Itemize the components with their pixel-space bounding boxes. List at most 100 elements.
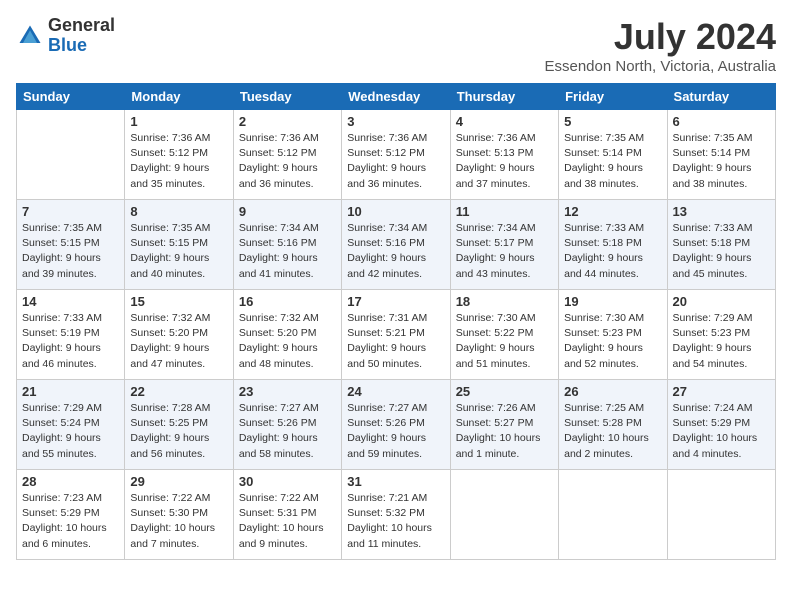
day-info: Sunrise: 7:35 AMSunset: 5:15 PMDaylight:…	[22, 221, 119, 282]
day-info: Sunrise: 7:31 AMSunset: 5:21 PMDaylight:…	[347, 311, 444, 372]
day-number: 10	[347, 204, 444, 219]
day-number: 9	[239, 204, 336, 219]
day-info: Sunrise: 7:26 AMSunset: 5:27 PMDaylight:…	[456, 401, 553, 462]
day-cell: 20 Sunrise: 7:29 AMSunset: 5:23 PMDayligh…	[667, 290, 775, 380]
day-cell: 24 Sunrise: 7:27 AMSunset: 5:26 PMDayligh…	[342, 380, 450, 470]
day-cell: 27 Sunrise: 7:24 AMSunset: 5:29 PMDayligh…	[667, 380, 775, 470]
day-info: Sunrise: 7:34 AMSunset: 5:16 PMDaylight:…	[239, 221, 336, 282]
day-number: 11	[456, 204, 553, 219]
day-number: 18	[456, 294, 553, 309]
day-number: 17	[347, 294, 444, 309]
day-info: Sunrise: 7:33 AMSunset: 5:18 PMDaylight:…	[564, 221, 661, 282]
day-number: 3	[347, 114, 444, 129]
day-info: Sunrise: 7:35 AMSunset: 5:15 PMDaylight:…	[130, 221, 227, 282]
day-cell: 31 Sunrise: 7:21 AMSunset: 5:32 PMDayligh…	[342, 470, 450, 560]
day-number: 2	[239, 114, 336, 129]
day-info: Sunrise: 7:36 AMSunset: 5:12 PMDaylight:…	[239, 131, 336, 192]
day-cell: 2 Sunrise: 7:36 AMSunset: 5:12 PMDaylight…	[233, 110, 341, 200]
month-title: July 2024	[544, 16, 776, 58]
day-cell: 3Sunrise: 7:36 AMSunset: 5:12 PMDaylight…	[342, 110, 450, 200]
day-cell: 8 Sunrise: 7:35 AMSunset: 5:15 PMDaylight…	[125, 200, 233, 290]
day-cell: 14Sunrise: 7:33 AMSunset: 5:19 PMDayligh…	[17, 290, 125, 380]
day-cell: 7 Sunrise: 7:35 AMSunset: 5:15 PMDaylight…	[17, 200, 125, 290]
day-info: Sunrise: 7:34 AMSunset: 5:17 PMDaylight:…	[456, 221, 553, 282]
logo-icon	[16, 22, 44, 50]
day-number: 24	[347, 384, 444, 399]
day-cell: 13Sunrise: 7:33 AMSunset: 5:18 PMDayligh…	[667, 200, 775, 290]
logo-blue-text: Blue	[48, 36, 115, 56]
day-cell: 18 Sunrise: 7:30 AMSunset: 5:22 PMDayligh…	[450, 290, 558, 380]
day-info: Sunrise: 7:35 AMSunset: 5:14 PMDaylight:…	[673, 131, 770, 192]
day-cell: 9 Sunrise: 7:34 AMSunset: 5:16 PMDaylight…	[233, 200, 341, 290]
day-cell	[559, 470, 667, 560]
day-cell: 30Sunrise: 7:22 AMSunset: 5:31 PMDayligh…	[233, 470, 341, 560]
day-number: 4	[456, 114, 553, 129]
day-cell: 23 Sunrise: 7:27 AMSunset: 5:26 PMDayligh…	[233, 380, 341, 470]
day-info: Sunrise: 7:25 AMSunset: 5:28 PMDaylight:…	[564, 401, 661, 462]
day-number: 1	[130, 114, 227, 129]
day-info: Sunrise: 7:24 AMSunset: 5:29 PMDaylight:…	[673, 401, 770, 462]
day-number: 12	[564, 204, 661, 219]
day-cell: 21Sunrise: 7:29 AMSunset: 5:24 PMDayligh…	[17, 380, 125, 470]
day-info: Sunrise: 7:27 AMSunset: 5:26 PMDaylight:…	[347, 401, 444, 462]
day-info: Sunrise: 7:22 AMSunset: 5:30 PMDaylight:…	[130, 491, 227, 552]
day-info: Sunrise: 7:32 AMSunset: 5:20 PMDaylight:…	[130, 311, 227, 372]
day-number: 5	[564, 114, 661, 129]
day-number: 16	[239, 294, 336, 309]
day-cell: 22 Sunrise: 7:28 AMSunset: 5:25 PMDayligh…	[125, 380, 233, 470]
week-row-2: 7 Sunrise: 7:35 AMSunset: 5:15 PMDaylight…	[17, 200, 776, 290]
day-info: Sunrise: 7:30 AMSunset: 5:22 PMDaylight:…	[456, 311, 553, 372]
day-cell: 29Sunrise: 7:22 AMSunset: 5:30 PMDayligh…	[125, 470, 233, 560]
day-cell: 6 Sunrise: 7:35 AMSunset: 5:14 PMDaylight…	[667, 110, 775, 200]
title-block: July 2024 Essendon North, Victoria, Aust…	[544, 16, 776, 75]
day-number: 6	[673, 114, 770, 129]
weekday-header-friday: Friday	[559, 84, 667, 110]
logo-text: General Blue	[48, 16, 115, 56]
week-row-3: 14Sunrise: 7:33 AMSunset: 5:19 PMDayligh…	[17, 290, 776, 380]
day-number: 25	[456, 384, 553, 399]
day-info: Sunrise: 7:28 AMSunset: 5:25 PMDaylight:…	[130, 401, 227, 462]
day-info: Sunrise: 7:29 AMSunset: 5:23 PMDaylight:…	[673, 311, 770, 372]
day-info: Sunrise: 7:36 AMSunset: 5:12 PMDaylight:…	[130, 131, 227, 192]
day-number: 23	[239, 384, 336, 399]
day-info: Sunrise: 7:22 AMSunset: 5:31 PMDaylight:…	[239, 491, 336, 552]
day-cell	[667, 470, 775, 560]
day-cell: 16 Sunrise: 7:32 AMSunset: 5:20 PMDayligh…	[233, 290, 341, 380]
weekday-header-saturday: Saturday	[667, 84, 775, 110]
day-info: Sunrise: 7:21 AMSunset: 5:32 PMDaylight:…	[347, 491, 444, 552]
weekday-header-tuesday: Tuesday	[233, 84, 341, 110]
week-row-5: 28 Sunrise: 7:23 AMSunset: 5:29 PMDayligh…	[17, 470, 776, 560]
day-number: 26	[564, 384, 661, 399]
day-cell: 15 Sunrise: 7:32 AMSunset: 5:20 PMDayligh…	[125, 290, 233, 380]
day-number: 22	[130, 384, 227, 399]
day-number: 8	[130, 204, 227, 219]
day-cell: 10Sunrise: 7:34 AMSunset: 5:16 PMDayligh…	[342, 200, 450, 290]
page-header: General Blue July 2024 Essendon North, V…	[16, 16, 776, 75]
day-info: Sunrise: 7:23 AMSunset: 5:29 PMDaylight:…	[22, 491, 119, 552]
day-cell: 4 Sunrise: 7:36 AMSunset: 5:13 PMDaylight…	[450, 110, 558, 200]
day-info: Sunrise: 7:36 AMSunset: 5:13 PMDaylight:…	[456, 131, 553, 192]
week-row-1: 1 Sunrise: 7:36 AMSunset: 5:12 PMDaylight…	[17, 110, 776, 200]
weekday-header-sunday: Sunday	[17, 84, 125, 110]
day-number: 15	[130, 294, 227, 309]
day-cell: 28 Sunrise: 7:23 AMSunset: 5:29 PMDayligh…	[17, 470, 125, 560]
day-number: 31	[347, 474, 444, 489]
weekday-header-thursday: Thursday	[450, 84, 558, 110]
day-number: 14	[22, 294, 119, 309]
day-info: Sunrise: 7:27 AMSunset: 5:26 PMDaylight:…	[239, 401, 336, 462]
day-cell: 11 Sunrise: 7:34 AMSunset: 5:17 PMDayligh…	[450, 200, 558, 290]
location: Essendon North, Victoria, Australia	[544, 58, 776, 75]
day-number: 28	[22, 474, 119, 489]
calendar-table: SundayMondayTuesdayWednesdayThursdayFrid…	[16, 83, 776, 560]
day-number: 20	[673, 294, 770, 309]
day-info: Sunrise: 7:32 AMSunset: 5:20 PMDaylight:…	[239, 311, 336, 372]
day-cell: 5 Sunrise: 7:35 AMSunset: 5:14 PMDaylight…	[559, 110, 667, 200]
day-number: 7	[22, 204, 119, 219]
day-number: 27	[673, 384, 770, 399]
day-info: Sunrise: 7:35 AMSunset: 5:14 PMDaylight:…	[564, 131, 661, 192]
day-cell: 1 Sunrise: 7:36 AMSunset: 5:12 PMDaylight…	[125, 110, 233, 200]
day-info: Sunrise: 7:30 AMSunset: 5:23 PMDaylight:…	[564, 311, 661, 372]
weekday-header-wednesday: Wednesday	[342, 84, 450, 110]
day-number: 21	[22, 384, 119, 399]
week-row-4: 21Sunrise: 7:29 AMSunset: 5:24 PMDayligh…	[17, 380, 776, 470]
